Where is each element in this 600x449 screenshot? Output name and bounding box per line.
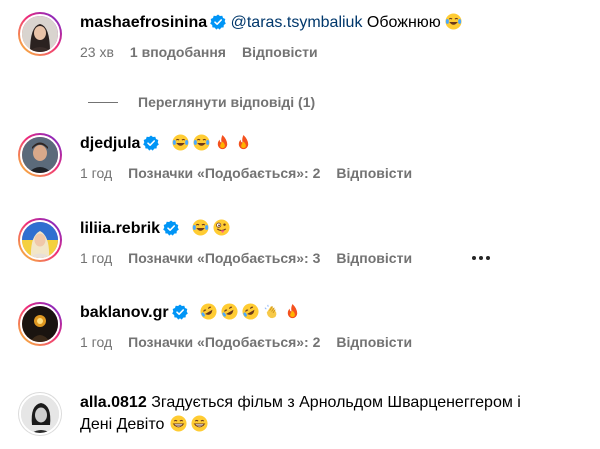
comment-time[interactable]: 1 год: [80, 165, 112, 181]
avatar[interactable]: [18, 218, 62, 262]
avatar[interactable]: [18, 133, 62, 177]
divider: [88, 101, 118, 103]
comment: liliia.rebrik 1 год Позначки «Подобаєтьс…: [18, 218, 588, 278]
comment-text: Згадується фільм з Арнольдом Шварценегге…: [151, 394, 521, 411]
rofl-emoji-icon: [221, 303, 238, 320]
username-link[interactable]: baklanov.gr: [80, 304, 169, 321]
username-link[interactable]: alla.0812: [80, 394, 147, 411]
comment: alla.0812 Згадується фільм з Арнольдом Ш…: [18, 392, 588, 449]
laughing-tears-emoji-icon: [445, 13, 462, 30]
verified-badge-icon: [143, 135, 160, 158]
comment: baklanov.gr 1 год Позначки «Подобається»…: [18, 302, 588, 362]
mention-link[interactable]: @taras.tsymbaliuk: [231, 14, 363, 31]
comment-time[interactable]: 23 хв: [80, 44, 114, 60]
like-count[interactable]: Позначки «Подобається»: 2: [128, 165, 320, 181]
grinning-face-emoji-icon: [191, 415, 208, 432]
reply-button[interactable]: Відповісти: [336, 334, 412, 350]
verified-badge-icon: [210, 14, 226, 37]
fire-emoji-icon: [214, 134, 231, 151]
view-replies-label: Переглянути відповіді (1): [138, 94, 316, 110]
avatar[interactable]: [18, 12, 62, 56]
like-count[interactable]: Позначки «Подобається»: 3: [128, 250, 320, 266]
laughing-tears-emoji-icon: [191, 219, 209, 236]
more-options-icon[interactable]: [472, 256, 491, 260]
zany-face-emoji-icon: [212, 219, 230, 236]
reply-button[interactable]: Відповісти: [336, 250, 412, 266]
avatar[interactable]: [18, 392, 62, 436]
laughing-tears-emoji-icon: [193, 134, 210, 151]
comment: djedjula 1 год Позначки «Подобається»: 2…: [18, 133, 588, 193]
verified-badge-icon: [163, 220, 179, 243]
reply-button[interactable]: Відповісти: [336, 165, 412, 181]
rofl-emoji-icon: [200, 303, 217, 320]
username-link[interactable]: djedjula: [80, 135, 140, 152]
comment-time[interactable]: 1 год: [80, 334, 112, 350]
comment-text: Обожнюю: [366, 14, 441, 31]
comment-time[interactable]: 1 год: [80, 250, 112, 266]
comment: mashaefrosinina @taras.tsymbaliuk Обожню…: [18, 12, 588, 72]
like-count[interactable]: Позначки «Подобається»: 2: [128, 334, 320, 350]
like-count[interactable]: 1 вподобання: [130, 44, 226, 60]
reply-button[interactable]: Відповісти: [242, 44, 318, 60]
fire-emoji-icon: [284, 303, 301, 320]
grinning-face-emoji-icon: [170, 415, 187, 432]
clapping-hands-emoji-icon: [263, 303, 280, 320]
rofl-emoji-icon: [242, 303, 259, 320]
view-replies-button[interactable]: Переглянути відповіді (1): [88, 94, 315, 110]
username-link[interactable]: liliia.rebrik: [80, 220, 160, 237]
username-link[interactable]: mashaefrosinina: [80, 14, 207, 31]
laughing-tears-emoji-icon: [172, 134, 189, 151]
fire-emoji-icon: [235, 134, 252, 151]
avatar[interactable]: [18, 302, 62, 346]
comment-text-continued: Дені Девіто: [80, 416, 165, 433]
verified-badge-icon: [171, 304, 188, 327]
